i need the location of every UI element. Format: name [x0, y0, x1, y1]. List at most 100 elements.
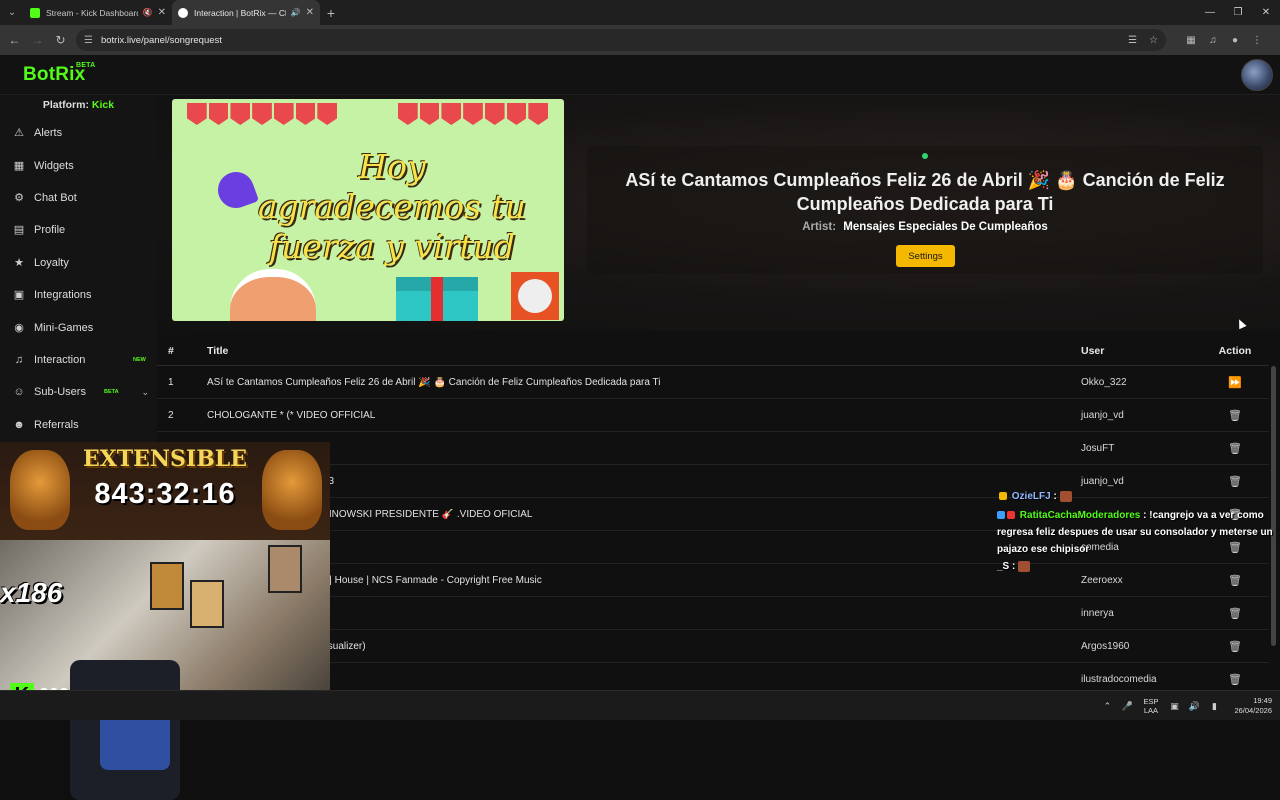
- row-title: ft Machine Head (Official Visualizer): [207, 640, 366, 652]
- address-bar[interactable]: ☰ botrix.live/panel/songrequest ☰ ☆: [76, 29, 1166, 51]
- artist-name: Mensajes Especiales De Cumpleaños: [843, 221, 1048, 233]
- stream-overlay: EXTENSIBLE 843:32:16 x186 K 303: [0, 442, 330, 800]
- microphone-icon[interactable]: 🎤: [1117, 701, 1137, 712]
- forward-icon[interactable]: →: [26, 25, 49, 55]
- trash-icon[interactable]: 🗑: [1201, 442, 1269, 455]
- sidebar-item-alerts[interactable]: ⚠ Alerts: [0, 117, 157, 149]
- sidebar-item-chat-bot[interactable]: ⚙ Chat Bot: [0, 182, 157, 214]
- browser-tabbar: ⌄ Stream - Kick Dashboard 🔇 ✕ Interactio…: [0, 0, 1280, 25]
- lang-top: ESP: [1143, 697, 1159, 706]
- video-thumbnail[interactable]: Hoy agradecemos tu fuerza y virtud: [172, 99, 564, 321]
- sidebar-item-label: Alerts: [34, 127, 63, 140]
- trophy-icon: ★: [14, 256, 24, 269]
- logo-beta-badge: BETA: [76, 62, 96, 69]
- row-number: 1: [168, 376, 174, 388]
- now-playing-artist: Artist: Mensajes Especiales De Cumpleaño…: [587, 221, 1263, 233]
- channel-logo-icon: [511, 272, 559, 320]
- mute-icon[interactable]: 🔇: [143, 8, 153, 17]
- sidebar-item-label: Widgets: [34, 159, 74, 172]
- sidebar-item-loyalty[interactable]: ★ Loyalty: [0, 247, 157, 279]
- browser-tab-botrix[interactable]: Interaction | BotRix — Clou 🔊 ✕: [172, 0, 320, 25]
- emote-icon: [1059, 490, 1072, 502]
- table-row: 1 ASí te Cantamos Cumpleaños Feliz 26 de …: [157, 366, 1269, 399]
- audio-icon[interactable]: 🔊: [291, 8, 301, 17]
- chevron-down-icon[interactable]: ⌄: [141, 387, 149, 398]
- trash-icon[interactable]: 🗑: [1201, 574, 1269, 587]
- window-controls: — ❐ ✕: [1196, 0, 1280, 25]
- chat-text: :: [1012, 561, 1016, 572]
- restore-icon[interactable]: ❐: [1224, 0, 1252, 25]
- media-controls-icon[interactable]: ♫: [1202, 35, 1224, 46]
- botrix-favicon-icon: [178, 7, 188, 18]
- trash-icon[interactable]: 🗑: [1201, 673, 1269, 686]
- new-tab-button[interactable]: +: [320, 0, 342, 25]
- minimize-icon[interactable]: —: [1196, 0, 1224, 25]
- gift-icon: [396, 277, 478, 321]
- sidebar-item-sub-users[interactable]: ☺ Sub-Users BETA ⌄: [0, 376, 157, 408]
- row-user: juanjo_vd: [1081, 409, 1124, 421]
- extension-icons: ▦ ♫ ● ⋮: [1180, 35, 1268, 46]
- badge-icon: [997, 511, 1005, 520]
- profile-icon[interactable]: ●: [1224, 35, 1246, 46]
- close-window-icon[interactable]: ✕: [1252, 0, 1280, 25]
- user-avatar[interactable]: [1241, 59, 1273, 91]
- url-text: botrix.live/panel/songrequest: [100, 34, 222, 46]
- sidebar-item-widgets[interactable]: ▦ Widgets: [0, 149, 157, 181]
- sidebar-badge: NEW: [133, 356, 146, 363]
- row-user: Okko_322: [1081, 376, 1127, 388]
- chat-overlay: OzieLFJ : RatitaCachaModeradores : !cang…: [997, 488, 1280, 575]
- site-info-icon[interactable]: ☰: [84, 35, 93, 46]
- gamepad-icon: ◉: [14, 321, 24, 334]
- back-icon[interactable]: ←: [3, 25, 26, 55]
- trash-icon[interactable]: 🗑: [1201, 475, 1269, 488]
- skip-icon[interactable]: ⏩: [1201, 376, 1269, 389]
- reload-icon[interactable]: ↻: [49, 25, 72, 55]
- sidebar-item-profile[interactable]: ▤ Profile: [0, 214, 157, 246]
- close-tab-icon[interactable]: ✕: [158, 7, 166, 18]
- menu-icon[interactable]: ⋮: [1246, 35, 1268, 46]
- row-title: ico: [207, 443, 1081, 454]
- badge-icon: [1007, 511, 1015, 520]
- volume-icon[interactable]: 🔊: [1184, 701, 1204, 712]
- sidebar-item-mini-games[interactable]: ◉ Mini-Games: [0, 311, 157, 343]
- profile-card-icon: ▤: [13, 224, 25, 237]
- sidebar-item-label: Loyalty: [34, 256, 69, 269]
- row-user: innerya: [1081, 607, 1114, 619]
- row-title: ! (Official Lyric Video): [207, 608, 1081, 619]
- settings-button[interactable]: Settings: [896, 245, 955, 267]
- bookmark-star-icon[interactable]: ☆: [1149, 35, 1158, 46]
- tray-expand-icon[interactable]: ⌃: [1097, 701, 1117, 712]
- sidebar-item-referrals[interactable]: ☻ Referrals: [0, 409, 157, 441]
- battery-icon[interactable]: ▮: [1204, 701, 1224, 712]
- sidebar-item-interaction[interactable]: ♫ Interaction NEW: [0, 344, 157, 376]
- chat-message: OzieLFJ :: [999, 488, 1280, 505]
- close-tab-icon[interactable]: ✕: [306, 7, 314, 18]
- trash-icon[interactable]: 🗑: [1201, 607, 1269, 620]
- network-icon[interactable]: ▣: [1164, 701, 1184, 712]
- live-status-dot: [922, 153, 928, 159]
- poster-image: [268, 545, 302, 593]
- tab-search-chevron-icon[interactable]: ⌄: [0, 0, 24, 25]
- translate-icon[interactable]: ☰: [1128, 35, 1137, 46]
- trash-icon[interactable]: 🗑: [1201, 409, 1269, 422]
- integrations-icon: ▣: [13, 289, 25, 302]
- botrix-logo[interactable]: BotRix BETA: [23, 62, 95, 86]
- row-title: IWO WENDEL BEJAR KALINOWSKI PRESIDENTE 🎸…: [207, 508, 533, 520]
- row-title: Thiện Hiếu) [Cukak Remix] | House | NCS …: [207, 574, 542, 586]
- chat-message: RatitaCachaModeradores : !cangrejo va a …: [997, 507, 1280, 558]
- robot-icon: ⚙: [14, 191, 24, 204]
- sidebar-item-label: Referrals: [34, 418, 79, 431]
- poster-image: [190, 580, 224, 628]
- extensions-icon[interactable]: ▦: [1180, 35, 1202, 46]
- mouse-cursor-icon: [1235, 317, 1247, 330]
- sidebar-item-integrations[interactable]: ▣ Integrations: [0, 279, 157, 311]
- input-language[interactable]: ESP LAA: [1143, 697, 1158, 715]
- trash-icon[interactable]: 🗑: [1201, 640, 1269, 653]
- poster-image: [150, 562, 184, 610]
- chat-username: _S: [997, 561, 1010, 572]
- platform-indicator: Platform: Kick: [0, 95, 157, 117]
- clock-date: 26/04/2026: [1234, 706, 1272, 715]
- system-clock[interactable]: 19:49 26/04/2026: [1234, 696, 1272, 716]
- browser-tab-kick[interactable]: Stream - Kick Dashboard 🔇 ✕: [24, 0, 172, 25]
- row-user: Argos1960: [1081, 640, 1130, 652]
